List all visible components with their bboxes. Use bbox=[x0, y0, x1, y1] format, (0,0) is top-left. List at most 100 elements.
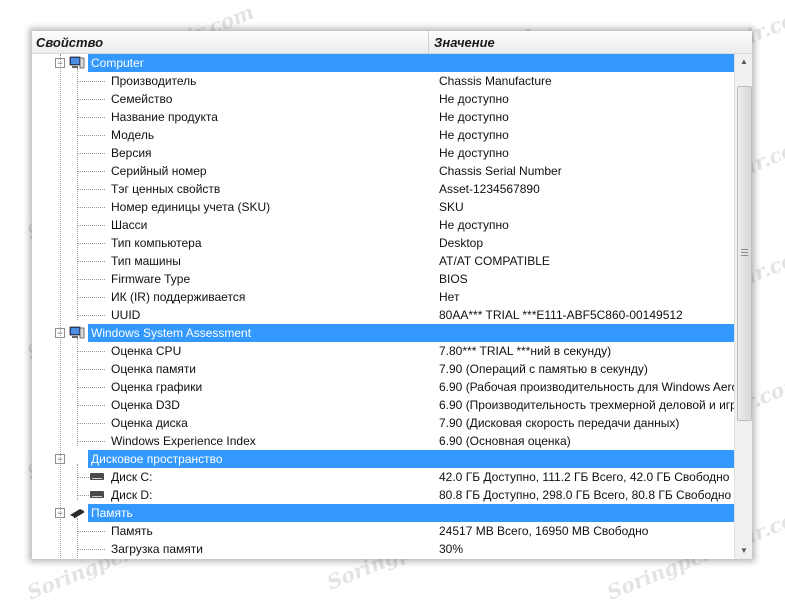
category-label: Windows System Assessment bbox=[91, 326, 252, 340]
scroll-up-button[interactable]: ▲ bbox=[735, 54, 752, 70]
grip-line bbox=[741, 252, 748, 253]
property-row[interactable]: Не доступно Шасси bbox=[32, 216, 734, 234]
property-value: Asset-1234567890 bbox=[439, 182, 540, 196]
property-label: Оценка графики bbox=[111, 380, 203, 394]
property-label: Серийный номер bbox=[111, 164, 207, 178]
property-value: Не доступно bbox=[439, 146, 509, 160]
property-row[interactable]: Chassis Serial Number Серийный номер bbox=[32, 162, 734, 180]
column-header-value[interactable]: Значение bbox=[434, 31, 734, 53]
category-label: Дисковое пространство bbox=[91, 452, 223, 466]
property-value: 6.90 (Производительность трехмерной дело… bbox=[439, 398, 734, 412]
tree-connector bbox=[77, 387, 105, 388]
tree-connector bbox=[77, 117, 105, 118]
property-row[interactable]: 7.90 (Дисковая скорость передачи данных)… bbox=[32, 414, 734, 432]
property-label: Модель bbox=[111, 128, 155, 142]
property-row[interactable]: Asset-1234567890 Тэг ценных свойств bbox=[32, 180, 734, 198]
property-row[interactable]: Нет ИК (IR) поддерживается bbox=[32, 288, 734, 306]
property-value: 42.0 ГБ Доступно, 111.2 ГБ Всего, 42.0 Г… bbox=[439, 470, 730, 484]
column-header: Свойство Значение bbox=[32, 31, 752, 54]
property-label: Оценка D3D bbox=[111, 398, 180, 412]
tree-connector bbox=[77, 369, 105, 370]
grip-line bbox=[741, 255, 748, 256]
property-value: Не доступно bbox=[439, 218, 509, 232]
tree-connector bbox=[77, 243, 105, 244]
property-row[interactable]: Не доступно Модель bbox=[32, 126, 734, 144]
property-label: Версия bbox=[111, 146, 152, 160]
category-label: Computer bbox=[91, 56, 144, 70]
tree-connector bbox=[77, 279, 105, 280]
tree-connector bbox=[77, 495, 89, 496]
property-value: BIOS bbox=[439, 272, 468, 286]
property-row[interactable]: BIOS Firmware Type bbox=[32, 270, 734, 288]
property-row[interactable]: Desktop Тип компьютера bbox=[32, 234, 734, 252]
property-label: Оценка памяти bbox=[111, 362, 197, 376]
scroll-thumb[interactable] bbox=[737, 86, 752, 421]
tree-connector bbox=[77, 351, 105, 352]
property-row[interactable]: Chassis Manufacture Производитель bbox=[32, 72, 734, 90]
property-value: Desktop bbox=[439, 236, 484, 250]
property-row[interactable]: 6.90 (Основная оценка) Windows Experience… bbox=[32, 432, 734, 450]
tree-connector bbox=[77, 315, 105, 316]
category-row[interactable]: − Windows System Assessment bbox=[32, 324, 734, 342]
tree-connector bbox=[77, 549, 105, 550]
property-tree: − Computer Chassis Manufacture Производител… bbox=[32, 54, 734, 559]
property-row[interactable]: 7.90 (Операций с памятью в секунду) Оценк… bbox=[32, 360, 734, 378]
column-header-property[interactable]: Свойство bbox=[36, 31, 429, 53]
property-value: AT/AT COMPATIBLE bbox=[439, 254, 550, 268]
property-row[interactable]: 24517 MB Всего, 16950 MB Свободно Память bbox=[32, 522, 734, 540]
property-value: 7.90 (Дисковая скорость передачи данных) bbox=[439, 416, 680, 430]
property-value: 80.8 ГБ Доступно, 298.0 ГБ Всего, 80.8 Г… bbox=[439, 488, 732, 502]
property-label: Производитель bbox=[111, 74, 197, 88]
category-row[interactable]: − Память bbox=[32, 504, 734, 522]
tree-connector bbox=[77, 531, 105, 532]
property-row[interactable]: 80AA*** TRIAL ***E111-ABF5C860-00149512 U… bbox=[32, 306, 734, 324]
property-row[interactable]: 6.90 (Рабочая производительность для Win… bbox=[32, 378, 734, 396]
property-label: Тип компьютера bbox=[111, 236, 202, 250]
property-label: Тип машины bbox=[111, 254, 181, 268]
property-label: Firmware Type bbox=[111, 272, 191, 286]
property-label: Название продукта bbox=[111, 110, 218, 124]
property-value: Не доступно bbox=[439, 128, 509, 142]
scroll-down-button[interactable]: ▼ bbox=[735, 543, 752, 559]
property-label: Оценка диска bbox=[111, 416, 188, 430]
category-row[interactable]: − Дисковое пространство bbox=[32, 450, 734, 468]
property-value: Не доступно bbox=[439, 110, 509, 124]
property-value: 80AA*** TRIAL ***E111-ABF5C860-00149512 bbox=[439, 308, 683, 322]
tree-connector bbox=[77, 171, 105, 172]
property-value: 7.80*** TRIAL ***ний в секунду) bbox=[439, 344, 612, 358]
tree-root-guide bbox=[60, 54, 61, 558]
property-label: Память bbox=[111, 524, 153, 538]
property-row[interactable]: 42.0 ГБ Доступно, 111.2 ГБ Всего, 42.0 Г… bbox=[32, 468, 734, 486]
property-row[interactable]: 30% Загрузка памяти bbox=[32, 540, 734, 558]
tree-guide bbox=[77, 338, 78, 446]
property-label: Диск D: bbox=[111, 488, 153, 502]
vertical-scrollbar[interactable]: ▲ ▼ bbox=[734, 54, 752, 559]
property-row[interactable]: Не доступно Название продукта bbox=[32, 108, 734, 126]
property-row[interactable]: Не доступно Версия bbox=[32, 144, 734, 162]
disk-icon bbox=[90, 473, 104, 480]
property-value: Нет bbox=[439, 290, 460, 304]
grip-line bbox=[741, 249, 748, 250]
property-value: 6.90 (Рабочая производительность для Win… bbox=[439, 380, 734, 394]
category-highlight bbox=[88, 54, 734, 72]
property-label: Windows Experience Index bbox=[111, 434, 256, 448]
property-label: Загрузка памяти bbox=[111, 542, 203, 556]
tree-connector bbox=[77, 423, 105, 424]
property-value: 6.90 (Основная оценка) bbox=[439, 434, 571, 448]
tree-connector bbox=[77, 261, 105, 262]
property-row[interactable]: Не доступно Семейство bbox=[32, 90, 734, 108]
property-row[interactable]: 6.90 (Производительность трехмерной дело… bbox=[32, 396, 734, 414]
property-row[interactable]: 7.80*** TRIAL ***ний в секунду) Оценка CP… bbox=[32, 342, 734, 360]
property-row[interactable]: SKU Номер единицы учета (SKU) bbox=[32, 198, 734, 216]
tree-connector bbox=[77, 189, 105, 190]
category-row[interactable]: − Computer bbox=[32, 54, 734, 72]
property-value: Не доступно bbox=[439, 92, 509, 106]
tree-guide bbox=[77, 518, 78, 559]
category-highlight bbox=[88, 504, 734, 522]
property-label: Шасси bbox=[111, 218, 148, 232]
property-label: Оценка CPU bbox=[111, 344, 182, 358]
property-row[interactable]: AT/AT COMPATIBLE Тип машины bbox=[32, 252, 734, 270]
property-value: Chassis Manufacture bbox=[439, 74, 552, 88]
tree-connector bbox=[77, 81, 105, 82]
property-row[interactable]: 80.8 ГБ Доступно, 298.0 ГБ Всего, 80.8 Г… bbox=[32, 486, 734, 504]
